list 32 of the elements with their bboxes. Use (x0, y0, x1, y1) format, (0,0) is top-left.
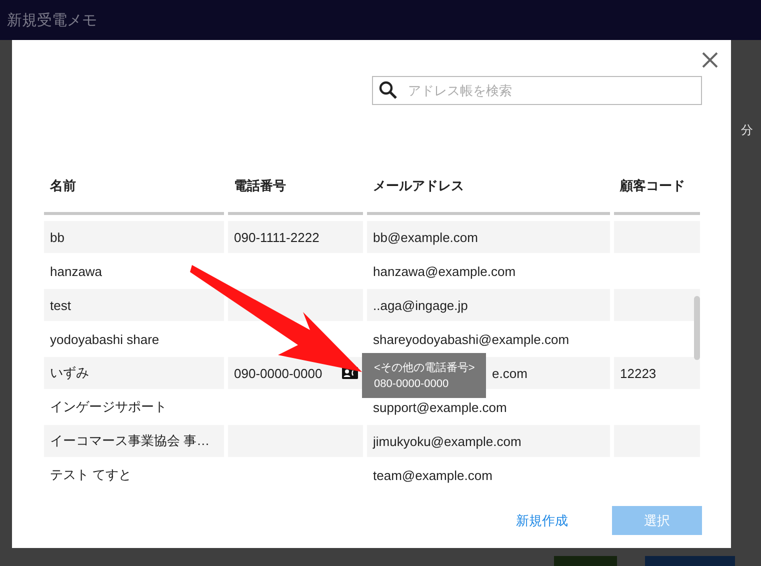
select-button[interactable]: 選択 (612, 506, 702, 535)
table-cell-text: hanzawa@example.com (372, 262, 517, 281)
table-cell-text: テスト てすと (49, 466, 133, 484)
table-cell-text: インゲージサポート (49, 398, 168, 416)
create-link[interactable]: 新規作成 (516, 512, 568, 530)
table-cell: bb (44, 221, 224, 253)
table-cell-text: support@example.com (372, 398, 508, 417)
column-header: 顧客コード (614, 160, 700, 215)
table-cell: bb@example.com (367, 221, 610, 253)
window-title: 新規受電メモ (7, 10, 97, 30)
phone-number: 090-0000-0000 (234, 366, 322, 380)
column-header: 電話番号 (228, 160, 363, 215)
scrollbar-thumb[interactable] (694, 296, 700, 360)
column-header: 名前 (44, 160, 224, 215)
table-cell: jimukyoku@example.com (367, 425, 610, 457)
table-cell-text: team@example.com (372, 466, 494, 485)
table-cell: イーコマース事業協会 事… (44, 425, 224, 457)
tooltip-phone: 080-0000-0000 (374, 377, 449, 392)
table-cell-text: hanzawa (49, 262, 104, 280)
table-cell: ..aga@ingage.jp (367, 289, 610, 321)
table-cell: いずみ (44, 357, 224, 389)
table-cell: test (44, 289, 224, 321)
close-icon[interactable] (701, 51, 719, 69)
column-header: メールアドレス (367, 160, 610, 215)
background-label: 分 (741, 122, 753, 139)
search-field[interactable]: アドレス帳を検索 (372, 76, 702, 105)
table-cell: 12223 (614, 357, 700, 389)
table-cell-text: yodoyabashi share (49, 330, 160, 349)
tooltip-title: <その他の電話番号> (374, 360, 475, 376)
table-cell: 090-1111-2222 (228, 221, 363, 253)
table-cell-text: shareyodoyabashi@example.com (372, 330, 570, 349)
search-icon (378, 80, 398, 100)
